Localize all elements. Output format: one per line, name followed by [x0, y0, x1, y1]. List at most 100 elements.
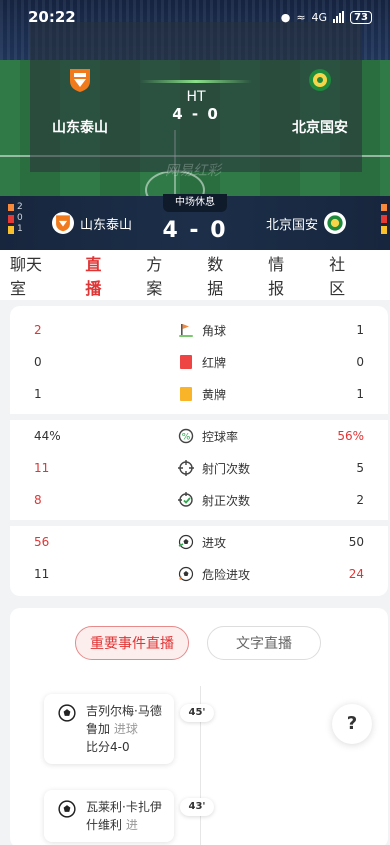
stat-home-value: 8: [34, 493, 42, 507]
home-goals: 4: [162, 218, 180, 243]
stat-home-value: 11: [34, 461, 50, 475]
watermark: 网易红彩: [165, 163, 221, 179]
soccer-ball-icon: [58, 704, 76, 722]
stat-label: 控球率: [202, 429, 239, 444]
red-card-icon: [180, 355, 192, 369]
soccer-attack-icon: [178, 534, 194, 550]
away-team-name: 北京国安: [265, 217, 318, 233]
stat-label: 进攻: [202, 535, 227, 550]
hero-home-team: 山东泰山: [30, 67, 130, 137]
away-goals: 0: [210, 218, 228, 243]
stat-row-possession: 44% % 控球率 56%: [10, 420, 388, 452]
event-action: 进: [125, 818, 138, 832]
svg-text:%: %: [182, 433, 191, 443]
stat-label: 射正次数: [202, 493, 251, 508]
stat-label: 危险进攻: [202, 567, 251, 582]
stat-away-value: 24: [348, 567, 364, 581]
corner-flag-icon: [179, 324, 193, 337]
hero-away-name: 北京国安: [292, 120, 348, 136]
score-separator: -: [189, 218, 201, 243]
battery-icon: 73: [350, 10, 372, 24]
score: 4 - 0: [150, 218, 240, 243]
soccer-ball-icon: [58, 800, 76, 818]
event-player: 瓦莱利·卡扎伊什维利: [86, 800, 162, 832]
stat-away-value: 0: [356, 355, 364, 369]
shandong-taishan-logo-icon: [70, 69, 90, 92]
score-bar: 中场休息 2 0 1 山东泰山 4 - 0 北京国安: [0, 194, 390, 250]
do-not-disturb-icon: ●: [280, 10, 291, 24]
tab-plans[interactable]: 方案: [146, 251, 175, 299]
yellow-card-icon: [381, 225, 388, 234]
match-hero: 20:22 ● ≈ 4G 73 山东泰山 HT 4 - 0 北京国安 网易红彩 …: [0, 0, 390, 250]
home-team[interactable]: 山东泰山: [52, 212, 132, 234]
status-time: 20:22: [28, 8, 76, 26]
stat-away-value: 56%: [337, 429, 364, 443]
stat-home-value: 1: [34, 387, 42, 401]
stat-away-value: 50: [348, 535, 364, 549]
stat-away-value: 5: [356, 461, 364, 475]
home-mini-stats: 2 0 1: [8, 202, 23, 235]
stat-row-dangerous-attacks: 11 危险进攻 24: [10, 558, 388, 590]
event-minute: 45': [180, 704, 214, 722]
tab-intel[interactable]: 情报: [268, 251, 297, 299]
video-score-overlay: 山东泰山 HT 4 - 0 北京国安 网易红彩: [30, 22, 362, 179]
stat-home-value: 11: [34, 567, 50, 581]
stat-label: 黄牌: [202, 387, 227, 402]
yellow-card-icon: [8, 225, 14, 234]
stat-row-shots: 11 射门次数 5: [10, 452, 388, 484]
stat-home-value: 0: [34, 355, 42, 369]
hero-period: HT: [186, 89, 206, 105]
stat-label: 红牌: [202, 355, 227, 370]
away-team[interactable]: 北京国安: [266, 212, 346, 234]
event-card[interactable]: 吉列尔梅·马德鲁加 进球 比分4-0: [44, 694, 174, 764]
target-check-icon: [178, 492, 193, 507]
hero-away-team: 北京国安: [270, 67, 370, 137]
home-team-name: 山东泰山: [80, 217, 133, 233]
status-icons: ● ≈ 4G 73: [280, 10, 372, 24]
event-action: 进球: [113, 722, 138, 736]
stat-away-value: 2: [356, 493, 364, 507]
hero-home-name: 山东泰山: [52, 120, 108, 136]
hero-score: HT 4 - 0: [140, 80, 252, 123]
signal-icon: [333, 11, 345, 23]
tab-chatroom[interactable]: 聊天室: [10, 251, 53, 299]
events-card: 重要事件直播 文字直播 45' 吉列尔梅·马德鲁加 进球 比分4-0 43' 瓦…: [10, 608, 388, 845]
text-live-tab[interactable]: 文字直播: [207, 626, 321, 660]
hero-score-text: 4 - 0: [172, 105, 220, 123]
event-minute: 43': [180, 798, 214, 816]
stat-row-corners: 2 角球 1: [10, 314, 388, 346]
stats-card: 2 角球 1 0 红牌 0 1 黄牌 1 44% % 控球率 56% 11 射门次…: [10, 306, 388, 596]
corner-flag-icon: [381, 204, 388, 211]
tab-community[interactable]: 社区: [329, 251, 358, 299]
red-card-icon: [8, 214, 14, 223]
match-status-badge: 中场休息: [163, 194, 227, 212]
red-card-icon: [381, 214, 388, 223]
tab-data[interactable]: 数据: [207, 251, 236, 299]
tab-bar: 聊天室 直播 方案 数据 情报 社区: [0, 250, 390, 311]
stat-row-yellow-cards: 1 黄牌 1: [10, 378, 388, 410]
help-button[interactable]: ?: [332, 704, 372, 744]
stat-home-value: 44%: [34, 429, 61, 443]
stat-row-red-cards: 0 红牌 0: [10, 346, 388, 378]
status-bar: 20:22 ● ≈ 4G 73: [0, 0, 390, 34]
stat-row-attacks: 56 进攻 50: [10, 526, 388, 558]
away-mini-stats: 1 0 1: [381, 202, 390, 235]
away-team-logo-icon: [324, 212, 346, 234]
tab-live[interactable]: 直播: [85, 251, 114, 311]
event-detail: 比分4-0: [86, 740, 130, 754]
corner-flag-icon: [8, 204, 14, 211]
crosshair-icon: [178, 460, 194, 476]
possession-icon: %: [178, 428, 194, 444]
yellow-card-icon: [180, 387, 192, 401]
match-detail-screen: 20:22 ● ≈ 4G 73 山东泰山 HT 4 - 0 北京国安 网易红彩 …: [0, 0, 390, 845]
network-label: 4G: [311, 10, 328, 24]
stat-away-value: 1: [356, 387, 364, 401]
stat-row-shots-on-target: 8 射正次数 2: [10, 484, 388, 516]
stat-home-value: 2: [34, 323, 42, 337]
stat-home-value: 56: [34, 535, 50, 549]
beijing-guoan-logo-icon: [309, 69, 331, 91]
stat-label: 射门次数: [202, 461, 251, 476]
event-card[interactable]: 瓦莱利·卡扎伊什维利 进: [44, 790, 174, 842]
key-events-tab[interactable]: 重要事件直播: [75, 626, 189, 660]
stat-away-value: 1: [356, 323, 364, 337]
